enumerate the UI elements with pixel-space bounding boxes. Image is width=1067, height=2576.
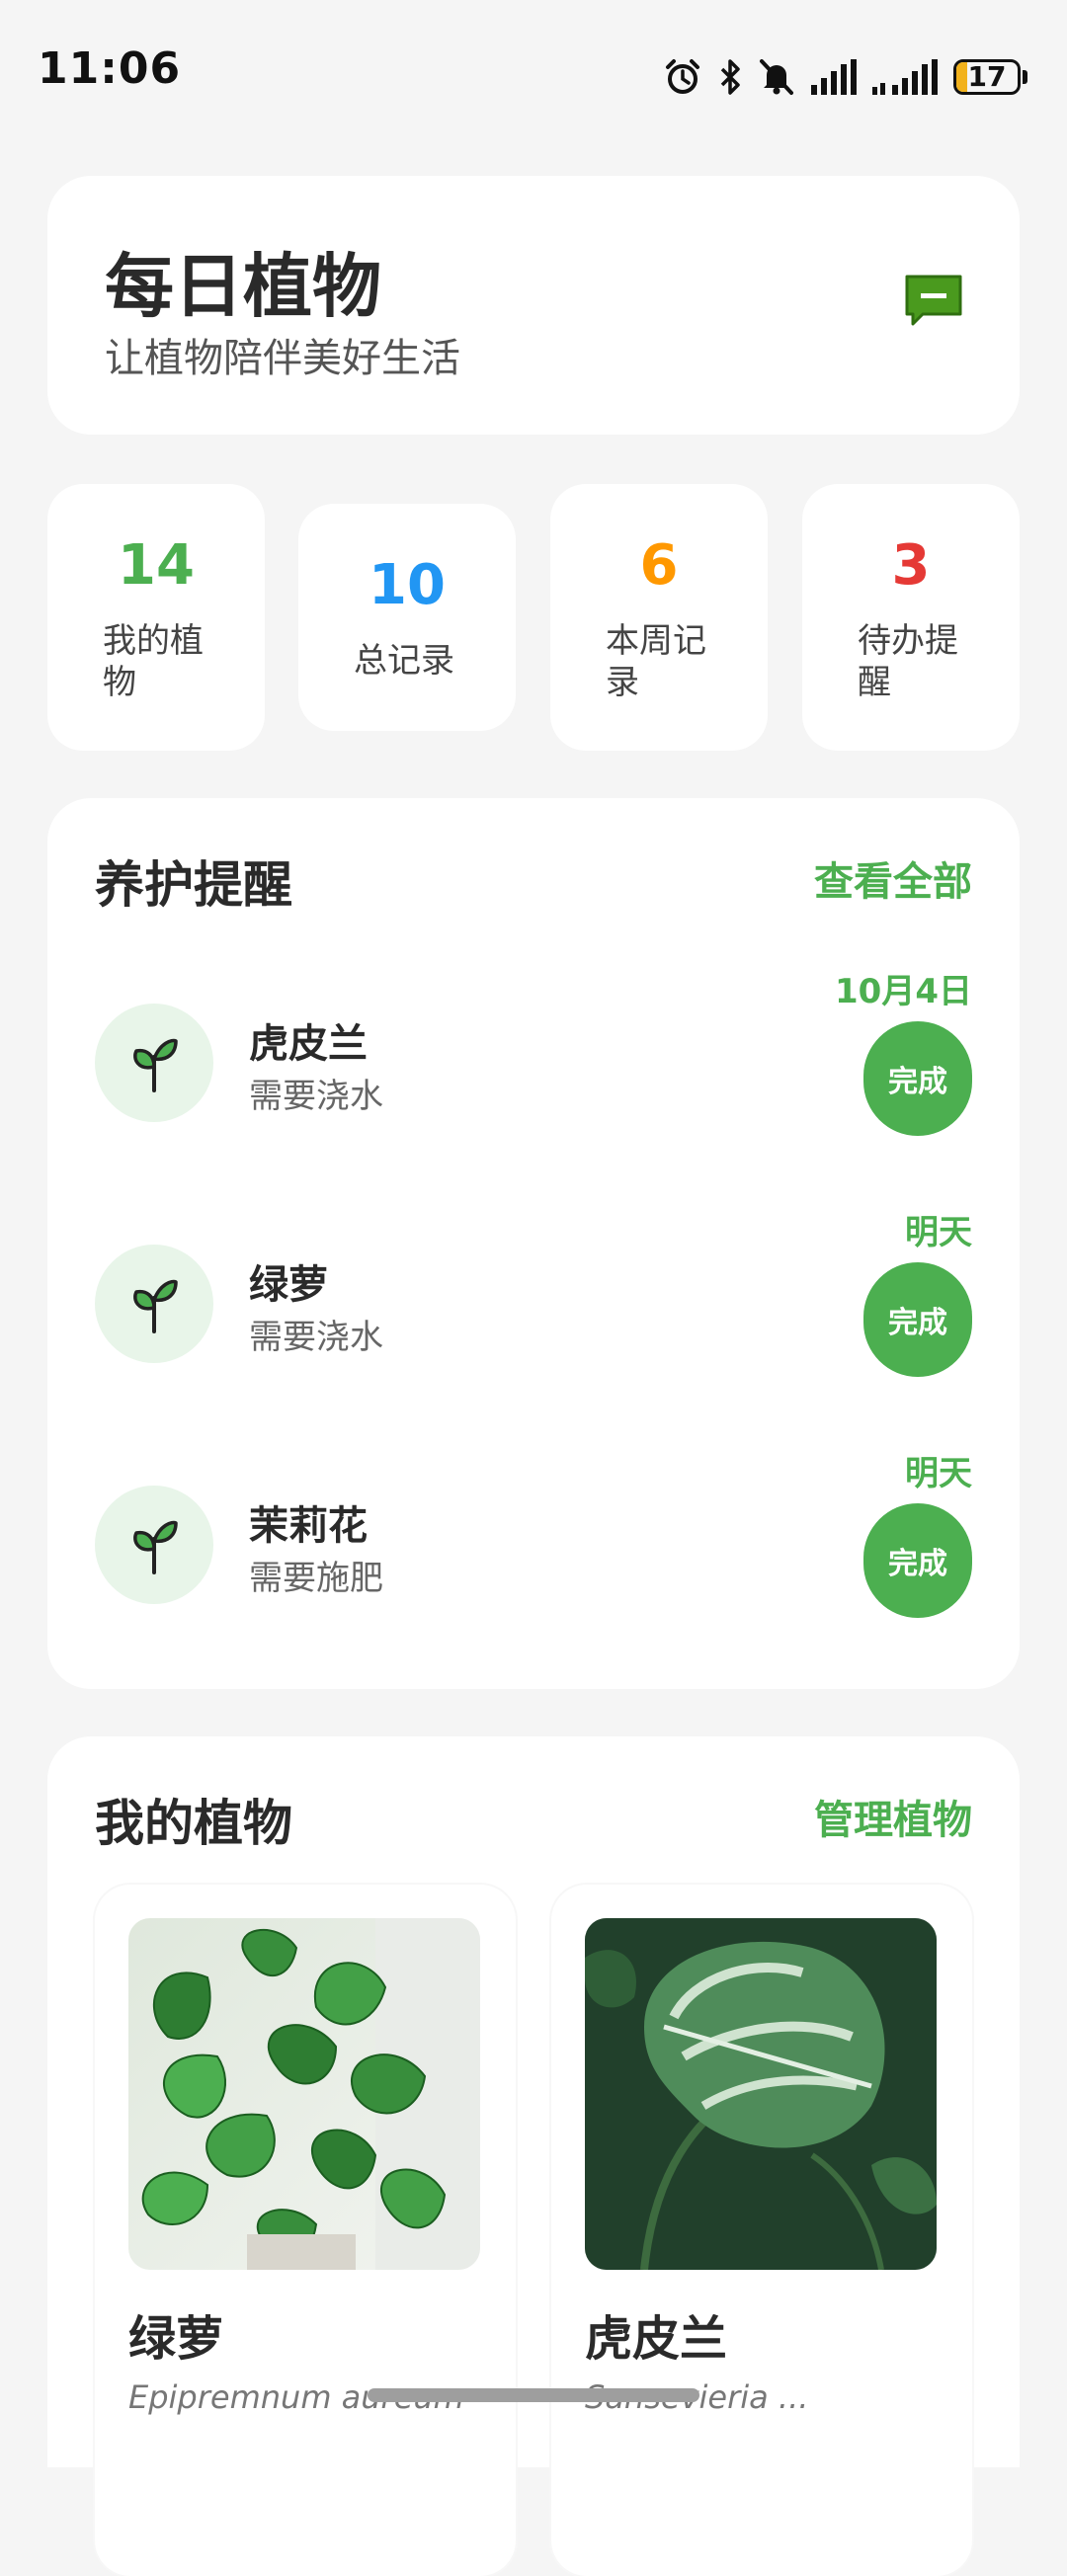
plant-card-name: 绿萝 (128, 2311, 224, 2367)
reminder-task: 需要浇水 (249, 1318, 383, 1357)
plant-photo-pothos (128, 1918, 480, 2270)
complete-button[interactable]: 完成 (863, 1262, 972, 1377)
battery-fill (956, 62, 967, 92)
stat-label: 总记录 (354, 641, 454, 681)
battery-indicator: 17 (953, 59, 1021, 95)
stat-card-todo[interactable]: 3 待办提醒 (802, 484, 1020, 751)
reminder-plant-name: 茉莉花 (249, 1503, 368, 1549)
plant-card-name: 虎皮兰 (585, 2311, 728, 2367)
battery-level: 17 (967, 60, 1007, 93)
stat-label: 我的植物 (103, 621, 204, 702)
battery-icon: 17 (953, 59, 1027, 95)
home-indicator[interactable] (368, 2388, 699, 2402)
stat-label: 待办提醒 (858, 621, 958, 702)
reminder-due-date: 明天 (905, 1213, 972, 1252)
status-time: 11:06 (38, 43, 182, 94)
reminder-task: 需要施肥 (249, 1559, 383, 1598)
complete-button[interactable]: 完成 (863, 1503, 972, 1618)
view-all-link[interactable]: 查看全部 (814, 849, 972, 907)
plant-card[interactable]: 绿萝 Epipremnum aureum (95, 1885, 516, 2576)
battery-tip (1023, 70, 1027, 84)
stat-card-plants[interactable]: 14 我的植物 (47, 484, 265, 751)
reminder-item[interactable]: 绿萝 需要浇水 明天 完成 (47, 1205, 1020, 1403)
stat-label: 本周记录 (606, 621, 706, 702)
reminder-task: 需要浇水 (249, 1077, 383, 1116)
mute-icon (758, 57, 795, 97)
manage-plants-link[interactable]: 管理植物 (814, 1788, 972, 1845)
reminder-item[interactable]: 茉莉花 需要施肥 明天 完成 (47, 1446, 1020, 1644)
plant-card[interactable]: 虎皮兰 Sansevieria ... (551, 1885, 972, 2576)
reminders-title: 养护提醒 (95, 856, 292, 914)
signal-icon-2 (872, 59, 938, 95)
alarm-icon (663, 57, 702, 97)
app-subtitle: 让植物陪伴美好生活 (105, 336, 460, 381)
reminder-item[interactable]: 虎皮兰 需要浇水 10月4日 完成 (47, 964, 1020, 1162)
stat-value: 10 (369, 553, 446, 617)
message-icon[interactable] (905, 275, 962, 326)
signal-icon (811, 59, 857, 95)
my-plants-card: 我的植物 管理植物 绿萝 Epipremnum aureum 虎皮兰 ... (47, 1736, 1020, 2576)
reminder-due-date: 明天 (905, 1454, 972, 1493)
my-plants-title: 我的植物 (95, 1795, 292, 1852)
stat-card-week[interactable]: 6 本周记录 (550, 484, 768, 751)
stat-value: 14 (118, 533, 195, 598)
status-bar: 11:06 17 (0, 0, 1067, 148)
app-title: 每日植物 (105, 246, 381, 327)
stat-card-records[interactable]: 10 总记录 (298, 504, 516, 731)
complete-button[interactable]: 完成 (863, 1021, 972, 1136)
header-card: 每日植物 让植物陪伴美好生活 (47, 176, 1020, 435)
stat-value: 6 (639, 533, 679, 598)
reminder-plant-name: 绿萝 (249, 1262, 328, 1308)
sprout-icon (95, 1004, 213, 1122)
stat-value: 3 (891, 533, 931, 598)
sprout-icon (95, 1486, 213, 1604)
status-icons: 17 (663, 55, 1027, 99)
reminders-card: 养护提醒 查看全部 虎皮兰 需要浇水 10月4日 完成 绿萝 需要浇水 明天 完… (47, 798, 1020, 1689)
sprout-icon (95, 1245, 213, 1363)
plant-photo-monstera (585, 1918, 937, 2270)
bluetooth-icon (718, 57, 742, 97)
reminder-plant-name: 虎皮兰 (249, 1021, 368, 1067)
reminder-due-date: 10月4日 (835, 972, 972, 1011)
